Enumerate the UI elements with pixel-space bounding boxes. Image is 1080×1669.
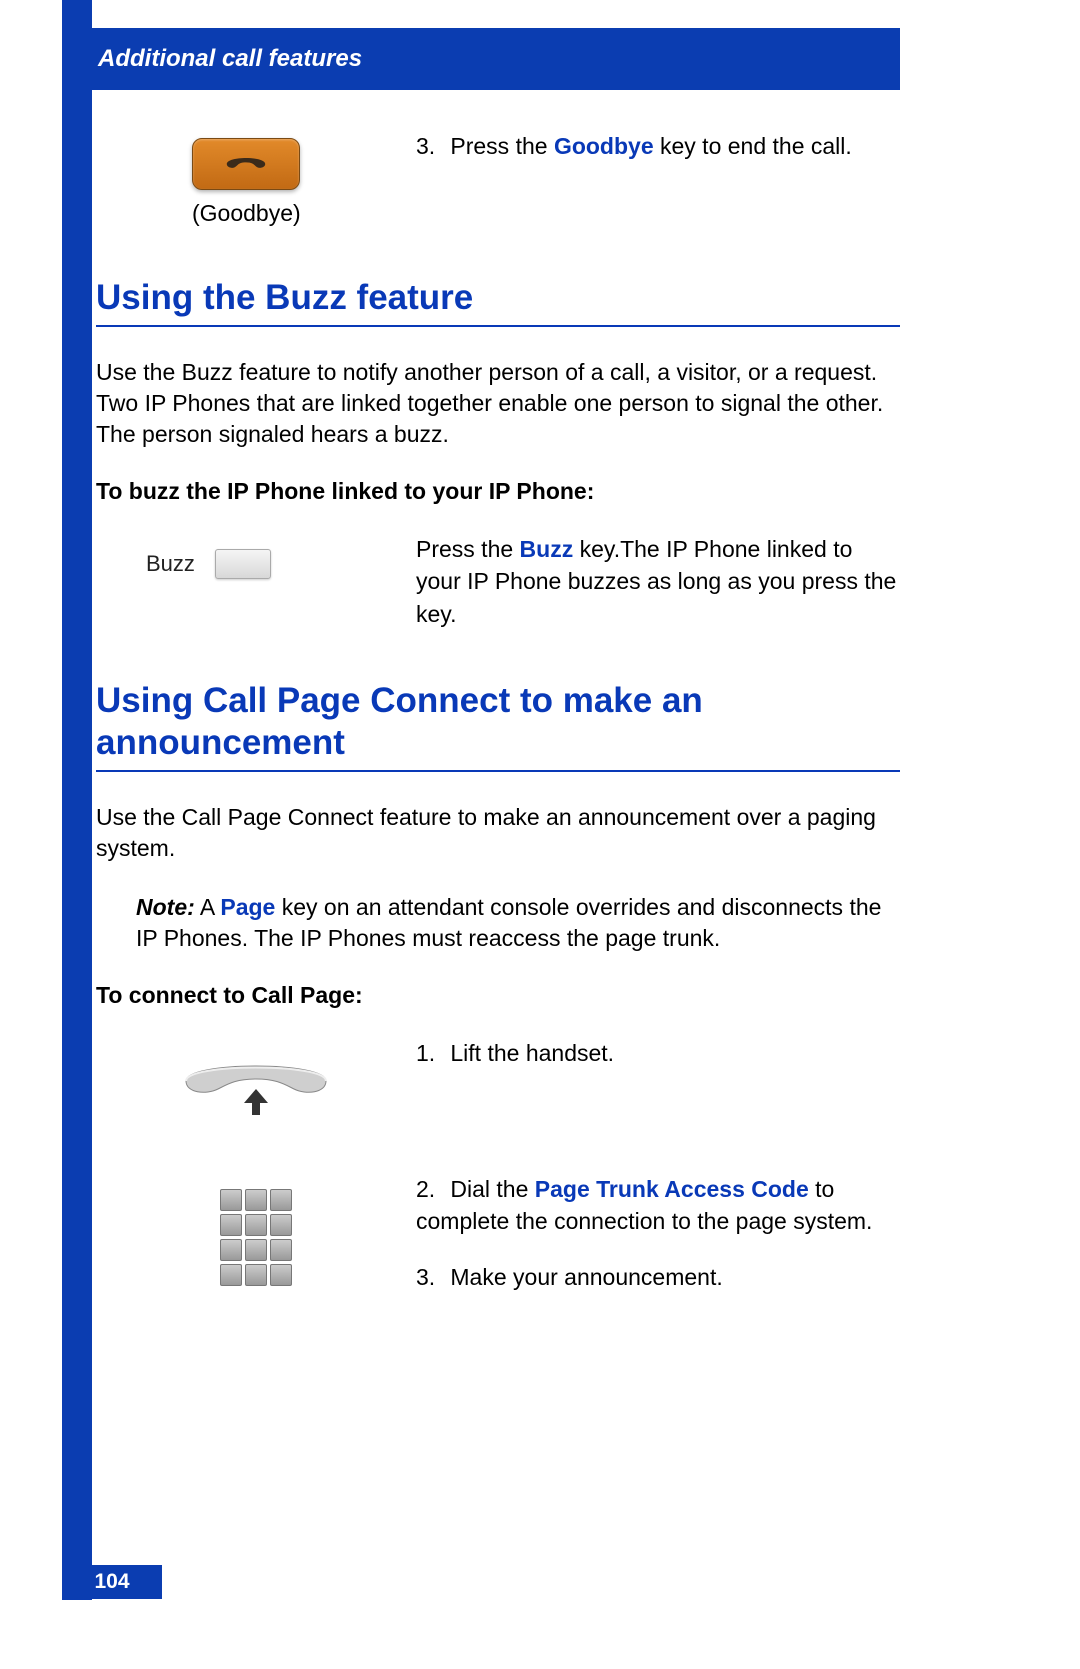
section-heading-callpage: Using Call Page Connect to make an annou… [96,680,900,772]
text-fragment: A [195,894,221,920]
keyword-goodbye: Goodbye [554,133,654,159]
step-number: 2. [416,1173,444,1205]
buzz-step-text: Press the Buzz key.The IP Phone linked t… [416,533,900,630]
buzz-body: Use the Buzz feature to notify another p… [96,357,900,450]
page-header: Additional call features [62,28,900,90]
keyword-buzz: Buzz [520,536,574,562]
softkey-icon [215,549,271,579]
callpage-step1-text: 1. Lift the handset. [416,1037,900,1069]
buzz-icon-col: Buzz [96,533,416,579]
header-title: Additional call features [98,45,362,73]
left-blue-strip [62,0,92,1600]
goodbye-button-icon [192,138,300,190]
note-label: Note: [136,894,195,920]
buzz-icon-label: Buzz [146,551,195,577]
buzz-step-row: Buzz Press the Buzz key.The IP Phone lin… [96,533,900,630]
step-number: 3. [416,130,444,162]
handset-icon-col [96,1037,416,1123]
keypad-icon [220,1181,292,1286]
text-fragment: Press the [450,133,554,159]
callpage-note: Note: A Page key on an attendant console… [136,892,900,954]
buzz-subheading: To buzz the IP Phone linked to your IP P… [96,478,900,505]
callpage-step23-row: 2. Dial the Page Trunk Access Code to co… [96,1173,900,1300]
text-fragment: Make your announcement. [450,1264,722,1290]
callpage-step23-text: 2. Dial the Page Trunk Access Code to co… [416,1173,900,1300]
keyword-page: Page [220,894,275,920]
callpage-step1-row: 1. Lift the handset. [96,1037,900,1123]
lift-handset-icon [176,1045,336,1123]
callpage-body: Use the Call Page Connect feature to mak… [96,802,900,864]
section-heading-buzz: Using the Buzz feature [96,277,900,327]
buzz-softkey-icon: Buzz [146,541,271,579]
page-footer: 104 [62,1565,162,1599]
page-content: (Goodbye) 3. Press the Goodbye key to en… [96,130,900,1319]
keyword-page-trunk: Page Trunk Access Code [535,1176,809,1202]
goodbye-icon-label: (Goodbye) [192,200,301,227]
goodbye-step-row: (Goodbye) 3. Press the Goodbye key to en… [96,130,900,227]
step-number: 3. [416,1261,444,1293]
text-fragment: Press the [416,536,520,562]
text-fragment: Lift the handset. [450,1040,614,1066]
goodbye-icon-col: (Goodbye) [96,130,416,227]
callpage-subheading: To connect to Call Page: [96,982,900,1009]
goodbye-step-text: 3. Press the Goodbye key to end the call… [416,130,900,162]
step-number: 1. [416,1037,444,1069]
page-number: 104 [94,1570,129,1594]
text-fragment: key to end the call. [654,133,852,159]
handset-down-icon [222,149,270,179]
keypad-icon-col [96,1173,416,1286]
text-fragment: Dial the [450,1176,534,1202]
